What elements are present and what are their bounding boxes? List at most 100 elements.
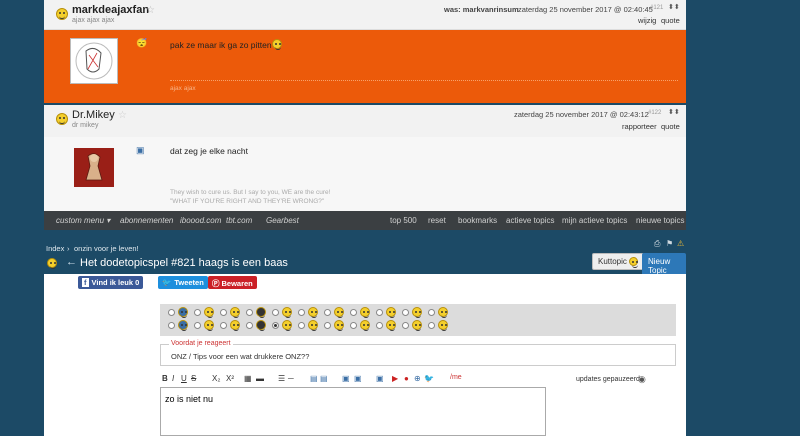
print-icon[interactable]: ⎙ (654, 239, 660, 249)
smiley-radio[interactable] (246, 309, 253, 316)
list-icon[interactable]: ☰ (278, 374, 285, 383)
post-username[interactable]: markdeajaxfan (72, 4, 149, 16)
smiley-option-icon[interactable] (386, 320, 396, 331)
smiley-radio[interactable] (376, 322, 383, 329)
strikethrough-button[interactable]: S (191, 374, 196, 383)
embed-icon[interactable]: ⊕ (414, 374, 421, 383)
smiley-option-icon[interactable] (178, 320, 188, 331)
smiley-option-icon[interactable] (438, 320, 448, 331)
media-icon[interactable]: ● (404, 374, 409, 383)
paste-icon[interactable]: ▤ (310, 374, 318, 383)
smiley-radio[interactable] (220, 309, 227, 316)
pinterest-button[interactable]: Ⓟ Bewaren (208, 276, 257, 289)
report-link[interactable]: rapporteer (622, 122, 657, 131)
me-button[interactable]: /me (450, 374, 462, 381)
underline-button[interactable]: U (181, 374, 187, 383)
twitter-embed-icon[interactable]: 🐦 (424, 374, 434, 383)
smiley-radio[interactable] (168, 309, 175, 316)
back-arrow-icon[interactable]: ← (66, 256, 77, 268)
pause-icon[interactable]: ◉ (638, 374, 646, 385)
nav-nieuwe-topics[interactable]: nieuwe topics (636, 216, 684, 225)
avatar[interactable] (74, 148, 114, 187)
smiley-radio[interactable] (298, 322, 305, 329)
subscript-button[interactable]: X₂ (212, 374, 220, 383)
edit-link[interactable]: wijzig (638, 16, 656, 25)
dash-icon[interactable]: ─ (288, 374, 294, 383)
smiley-option-icon[interactable] (360, 320, 370, 331)
kuttopic-button[interactable]: Kuttopic (592, 253, 645, 271)
updown-icon[interactable]: ⬍⬍ (668, 3, 680, 11)
smiley-option-icon[interactable] (256, 320, 266, 331)
smiley-radio[interactable] (194, 322, 201, 329)
smiley-radio[interactable] (194, 309, 201, 316)
smiley-option-icon[interactable] (282, 320, 292, 331)
smiley-option-icon[interactable] (412, 320, 422, 331)
breadcrumb-forum[interactable]: onzin voor je leven! (74, 244, 139, 253)
smiley-radio[interactable] (376, 309, 383, 316)
italic-button[interactable]: I (172, 374, 174, 383)
smiley-option-icon[interactable] (230, 307, 240, 318)
post-username[interactable]: Dr.Mikey (72, 109, 115, 121)
smiley-option-icon[interactable] (204, 307, 214, 318)
quote-link[interactable]: quote (661, 16, 680, 25)
smiley-option-icon[interactable] (256, 307, 266, 318)
star-icon[interactable]: ☆ (118, 110, 127, 121)
smiley-option-icon[interactable] (230, 320, 240, 331)
quote-icon[interactable]: ▣ (376, 374, 384, 383)
youtube-icon[interactable]: ▶ (392, 374, 398, 383)
breadcrumb-index[interactable]: Index (46, 244, 64, 253)
smiley-radio[interactable] (168, 322, 175, 329)
nav-tbt[interactable]: tbt.com (226, 216, 252, 225)
smiley-option-icon[interactable] (334, 320, 344, 331)
nav-reset[interactable]: reset (428, 216, 446, 225)
quote-link[interactable]: quote (661, 122, 680, 131)
nav-gearbest[interactable]: Gearbest (266, 216, 299, 225)
smiley-radio[interactable] (246, 322, 253, 329)
horizontal-rule-icon[interactable]: ▬ (256, 374, 264, 383)
smiley-option-icon[interactable] (308, 320, 318, 331)
tweet-button[interactable]: 🐦 Tweeten (158, 276, 208, 289)
unlink-icon[interactable]: ▣ (354, 374, 362, 383)
smiley-option-icon[interactable] (308, 307, 318, 318)
warning-icon[interactable]: ⚠ (677, 239, 684, 248)
facebook-like-button[interactable]: f Vind ik leuk 0 (78, 276, 144, 289)
updown-icon[interactable]: ⬍⬍ (668, 108, 680, 116)
smiley-option-icon[interactable] (438, 307, 448, 318)
nav-top500[interactable]: top 500 (390, 216, 417, 225)
nav-custom-menu[interactable]: custom menu ▾ (56, 216, 110, 225)
nav-mijn-actieve-topics[interactable]: mijn actieve topics (562, 216, 627, 225)
smiley-radio[interactable] (402, 309, 409, 316)
smiley-radio[interactable] (272, 309, 279, 316)
smiley-option-icon[interactable] (360, 307, 370, 318)
smiley-radio[interactable] (324, 309, 331, 316)
copy-icon[interactable]: ▤ (320, 374, 328, 383)
smiley-radio[interactable] (350, 309, 357, 316)
nav-abonnementen[interactable]: abonnementen (120, 216, 173, 225)
post-number[interactable]: #122 (648, 110, 661, 116)
smiley-radio[interactable] (402, 322, 409, 329)
reply-textarea[interactable]: zo is niet nu (160, 387, 546, 436)
smiley-radio[interactable] (324, 322, 331, 329)
smiley-option-icon[interactable] (334, 307, 344, 318)
image-icon[interactable]: ▦ (244, 374, 252, 383)
avatar[interactable] (70, 38, 118, 84)
smiley-radio[interactable] (428, 322, 435, 329)
post-number[interactable]: #121 (650, 5, 663, 11)
nav-actieve-topics[interactable]: actieve topics (506, 216, 554, 225)
superscript-button[interactable]: X² (226, 374, 234, 383)
link-icon[interactable]: ▣ (342, 374, 350, 383)
smiley-option-icon[interactable] (412, 307, 422, 318)
smiley-option-icon[interactable] (178, 307, 188, 318)
bold-button[interactable]: B (162, 374, 168, 383)
smiley-radio[interactable] (298, 309, 305, 316)
smiley-radio[interactable] (428, 309, 435, 316)
nav-bookmarks[interactable]: bookmarks (458, 216, 497, 225)
bookmark-icon[interactable]: ⚑ (666, 239, 673, 248)
smiley-option-icon[interactable] (282, 307, 292, 318)
smiley-radio[interactable] (220, 322, 227, 329)
smiley-radio[interactable] (272, 322, 279, 329)
smiley-radio[interactable] (350, 322, 357, 329)
nav-iboood[interactable]: iboood.com (180, 216, 221, 225)
star-icon[interactable]: ☆ (146, 5, 155, 16)
smiley-option-icon[interactable] (386, 307, 396, 318)
